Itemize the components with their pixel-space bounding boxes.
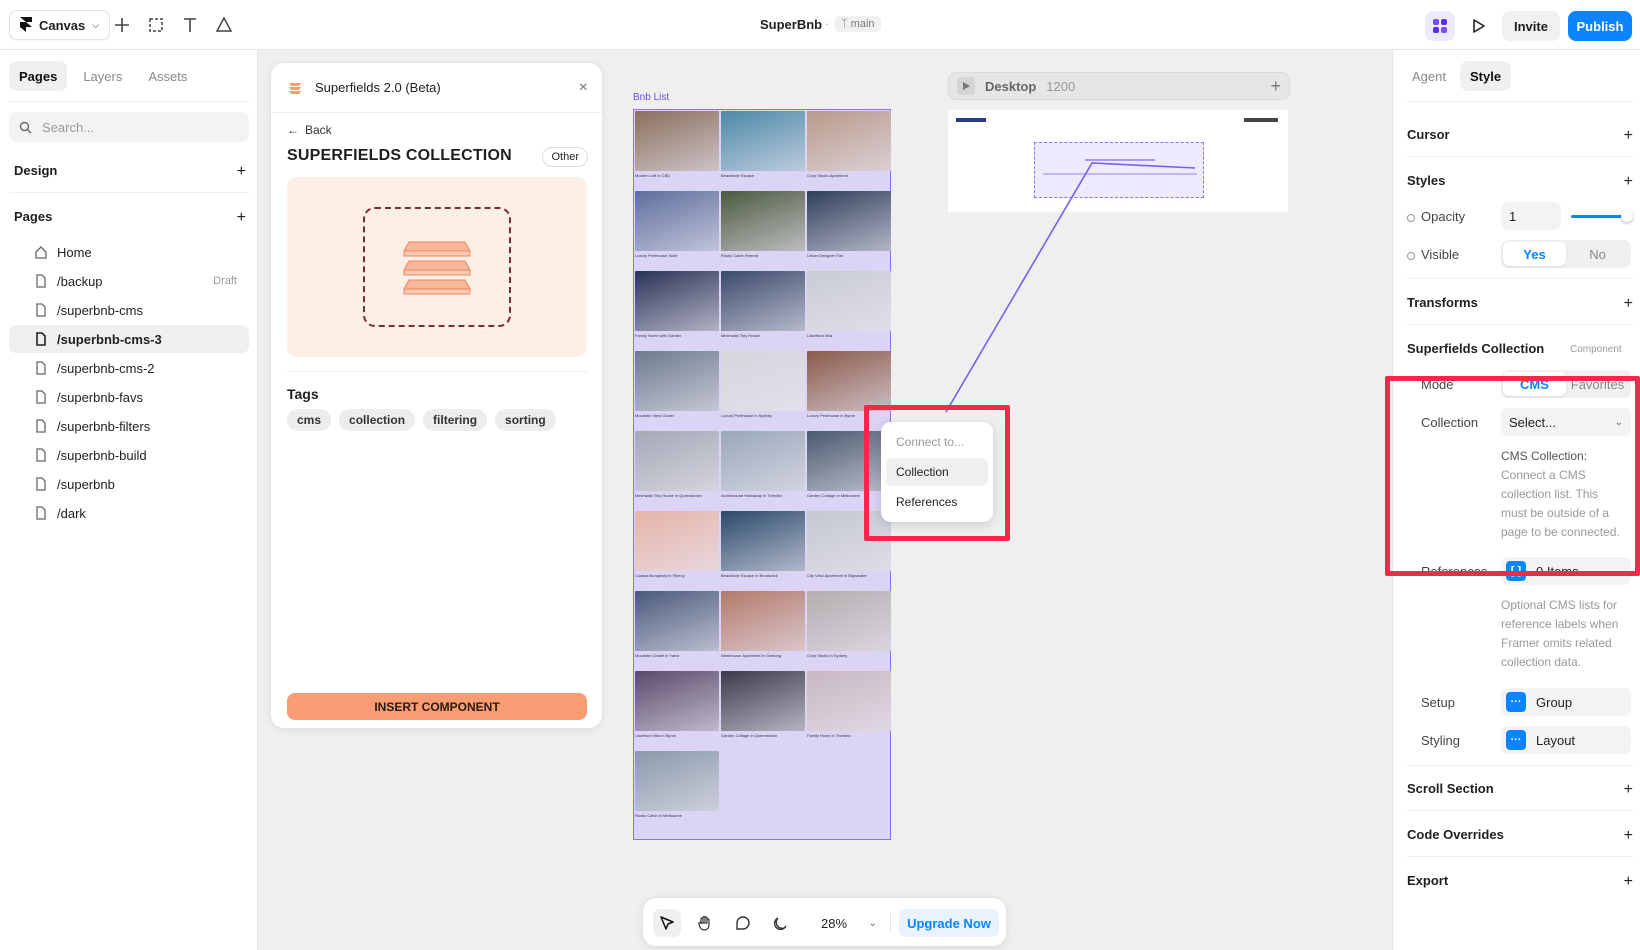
export-section[interactable]: Export + (1407, 873, 1633, 891)
visible-yes[interactable]: Yes (1503, 242, 1566, 266)
zoom-value: 28% (821, 915, 848, 931)
divider (1407, 101, 1633, 102)
divider (1407, 765, 1633, 766)
section-label: Export (1407, 873, 1449, 888)
add-icon[interactable]: + (1624, 295, 1633, 313)
cursor-section[interactable]: Cursor + (1407, 127, 1633, 145)
note-line: collection data. (1501, 655, 1582, 669)
divider (1407, 856, 1633, 857)
divider (1407, 156, 1633, 157)
slider-knob[interactable] (1621, 210, 1633, 222)
zoom-select[interactable]: 28% ⌄ (813, 909, 885, 937)
menu-item-collection[interactable]: Collection (886, 458, 988, 486)
component-tag: Component (1570, 344, 1622, 355)
scroll-section[interactable]: Scroll Section + (1407, 781, 1633, 799)
references-note: Optional CMS lists for reference labels … (1501, 596, 1618, 672)
connect-menu: Connect to... Collection References (881, 422, 993, 522)
menu-item-references[interactable]: References (886, 488, 988, 516)
variable-dot-icon[interactable] (1407, 213, 1415, 222)
note-line: Optional CMS lists for (1501, 598, 1618, 612)
visible-label: Visible (1407, 247, 1459, 262)
divider (1407, 324, 1633, 325)
section-label: Superfields Collection (1407, 341, 1545, 356)
note-line: Framer omits related (1501, 636, 1612, 650)
setup-value: Group (1536, 694, 1573, 710)
setup-label: Setup (1421, 695, 1455, 710)
ellipsis-icon: ··· (1506, 730, 1526, 750)
divider (1407, 810, 1633, 811)
ellipsis-icon: ··· (1506, 692, 1526, 712)
tab-agent[interactable]: Agent (1402, 61, 1456, 91)
variable-dot-icon[interactable] (1407, 251, 1415, 260)
bottom-toolbar: 28% ⌄ Upgrade Now (642, 897, 1007, 947)
label-text: Visible (1421, 247, 1460, 262)
section-label: Transforms (1407, 295, 1478, 310)
add-icon[interactable]: + (1624, 873, 1633, 891)
comment-tool-icon[interactable] (729, 909, 757, 937)
styles-section[interactable]: Styles + (1407, 173, 1633, 191)
note-line: reference labels when (1501, 617, 1619, 631)
styling-label: Styling (1421, 733, 1461, 748)
select-tool-icon[interactable] (653, 909, 681, 937)
connect-menu-title: Connect to... (896, 435, 965, 449)
highlight-box (1385, 376, 1640, 576)
code-overrides-section[interactable]: Code Overrides + (1407, 827, 1633, 845)
styling-field[interactable]: ··· Layout (1501, 726, 1631, 754)
opacity-input[interactable]: 1 (1501, 202, 1561, 230)
dark-mode-icon[interactable] (767, 909, 795, 937)
section-label: Cursor (1407, 127, 1450, 142)
section-label: Scroll Section (1407, 781, 1494, 796)
add-icon[interactable]: + (1624, 127, 1633, 145)
add-icon[interactable]: + (1624, 827, 1633, 845)
opacity-label: Opacity (1407, 209, 1465, 224)
tab-style[interactable]: Style (1459, 61, 1512, 91)
transforms-section[interactable]: Transforms + (1407, 295, 1633, 313)
section-label: Code Overrides (1407, 827, 1504, 842)
upgrade-now-button[interactable]: Upgrade Now (899, 909, 999, 937)
section-label: Styles (1407, 173, 1446, 188)
setup-field[interactable]: ··· Group (1501, 688, 1631, 716)
add-icon[interactable]: + (1624, 173, 1633, 191)
label-text: Opacity (1421, 209, 1466, 224)
divider (1407, 278, 1633, 279)
opacity-slider[interactable] (1571, 215, 1627, 218)
chevron-down-icon: ⌄ (868, 917, 877, 929)
hand-tool-icon[interactable] (691, 909, 719, 937)
add-icon[interactable]: + (1624, 781, 1633, 799)
visible-toggle[interactable]: Yes No (1501, 240, 1631, 268)
styling-value: Layout (1536, 732, 1576, 748)
visible-no[interactable]: No (1566, 242, 1629, 266)
right-tabs: Agent Style (1402, 61, 1512, 91)
divider (890, 913, 891, 933)
